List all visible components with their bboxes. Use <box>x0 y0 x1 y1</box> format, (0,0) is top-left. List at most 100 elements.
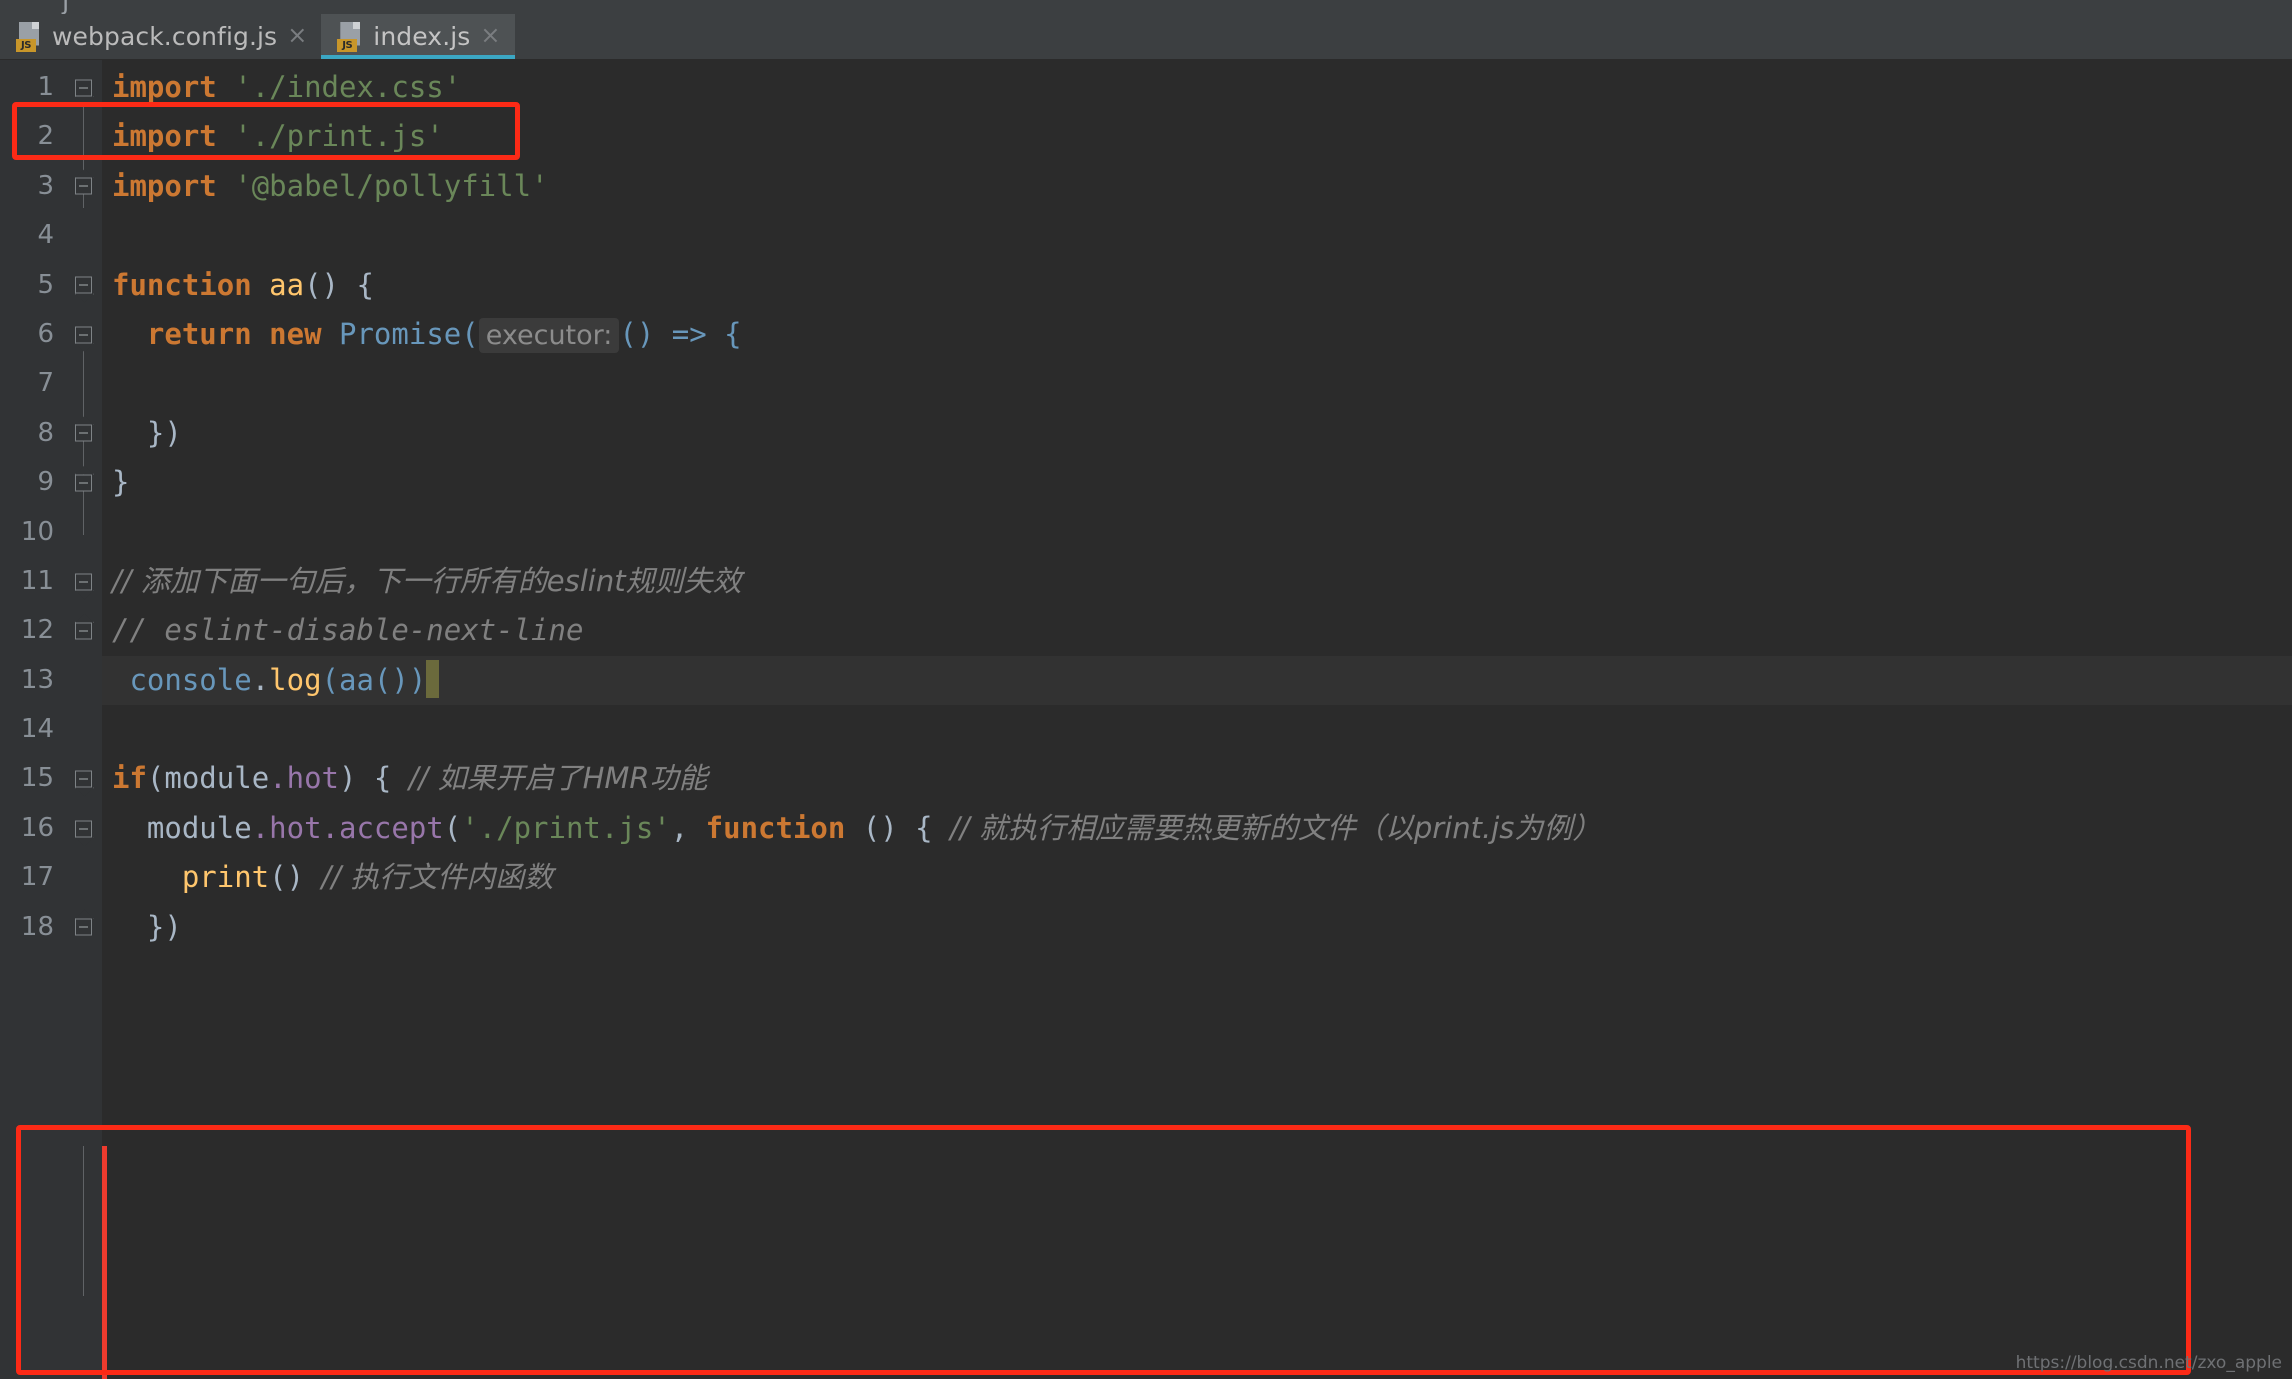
tab-label: webpack.config.js <box>52 22 278 51</box>
code-line-6[interactable]: return new Promise(executor:() => { <box>102 310 2292 359</box>
code-line-15[interactable]: if(module.hot) { // 如果开启了HMR功能 <box>102 754 2292 803</box>
code-editor[interactable]: 1 2 3 4 5 6 7 8 9 10 11 12 13 14 15 16 1… <box>0 60 2292 1379</box>
token-punctuation: }) <box>146 415 182 450</box>
fold-toggle-icon[interactable] <box>75 177 92 195</box>
token-punctuation: () <box>269 860 322 895</box>
fold-toggle-icon[interactable] <box>75 573 92 591</box>
fold-toggle-icon[interactable] <box>75 276 92 294</box>
window-top-sliver: j <box>0 0 2292 16</box>
code-line-16[interactable]: module.hot.accept('./print.js', function… <box>102 804 2292 853</box>
token-object: module <box>146 810 252 845</box>
token-class-name: Promise <box>339 316 462 351</box>
token-comment: // 就执行相应需要热更新的文件（以print.js为例） <box>950 810 1602 845</box>
code-line-12[interactable]: // eslint-disable-next-line <box>102 606 2292 655</box>
line-number: 9 <box>37 467 54 498</box>
close-icon[interactable]: × <box>480 23 500 50</box>
line-number: 4 <box>37 220 54 251</box>
token-string: './print.js' <box>461 810 671 845</box>
code-line-3[interactable]: import '@babel/pollyfill' <box>102 162 2292 211</box>
line-number: 13 <box>20 664 54 695</box>
code-line-4[interactable] <box>102 211 2292 260</box>
js-file-icon: JS <box>16 21 42 52</box>
code-line-1[interactable]: import './index.css' <box>102 63 2292 112</box>
line-number: 12 <box>20 615 54 646</box>
token-comment: // 添加下面一句后，下一行所有的eslint规则失效 <box>112 563 742 598</box>
token-comment: // 执行文件内函数 <box>321 860 554 895</box>
code-line-17[interactable]: print() // 执行文件内函数 <box>102 853 2292 902</box>
token-string: './index.css' <box>234 70 462 104</box>
line-number: 14 <box>20 714 54 745</box>
line-number: 1 <box>37 72 54 102</box>
code-line-2[interactable]: import './print.js' <box>102 112 2292 161</box>
token-punctuation: ( <box>443 810 462 845</box>
line-number: 16 <box>20 812 54 843</box>
line-number: 8 <box>37 417 54 448</box>
token-keyword: import <box>112 70 217 104</box>
fold-toggle-icon[interactable] <box>75 820 92 838</box>
code-text-area[interactable]: import './index.css' import './print.js'… <box>102 60 2292 1379</box>
code-line-7[interactable] <box>102 359 2292 408</box>
parameter-hint: executor: <box>478 317 620 353</box>
close-icon[interactable]: × <box>287 23 307 50</box>
code-line-18[interactable]: }) <box>102 903 2292 952</box>
fold-toggle-icon[interactable] <box>75 326 92 344</box>
js-file-icon: JS <box>337 21 363 52</box>
line-number: 15 <box>20 763 54 794</box>
token-function-name: aa <box>269 267 305 302</box>
fold-toggle-icon[interactable] <box>75 770 92 788</box>
token-keyword: import <box>112 168 217 203</box>
fold-toggle-icon[interactable] <box>75 424 92 442</box>
code-line-8[interactable]: }) <box>102 409 2292 458</box>
token-punctuation: } <box>112 465 130 500</box>
tab-index-js[interactable]: JS index.js × <box>321 14 515 59</box>
line-number: 6 <box>37 318 54 349</box>
token-comment: // 如果开启了HMR功能 <box>408 761 708 796</box>
token-punctuation: ( <box>461 316 479 351</box>
fold-toggle-icon[interactable] <box>75 79 92 97</box>
code-line-13[interactable]: console.log(aa()) <box>102 655 2292 706</box>
js-badge-label: JS <box>16 38 36 52</box>
watermark: https://blog.csdn.net/zxo_apple <box>2015 1353 2282 1373</box>
token-comment: // eslint-disable-next-line <box>112 613 584 648</box>
token-punctuation: , <box>670 810 706 845</box>
tab-webpack-config-js[interactable]: JS webpack.config.js × <box>0 14 322 59</box>
token-keyword: if <box>112 761 147 796</box>
code-line-5[interactable]: function aa() { <box>102 261 2292 310</box>
fold-toggle-icon[interactable] <box>75 622 92 640</box>
token-punctuation: }) <box>146 909 182 944</box>
line-number: 17 <box>20 862 54 893</box>
fold-guide-line <box>83 1196 84 1296</box>
token-arguments: (aa()) <box>321 662 427 697</box>
token-punctuation: ) { <box>339 761 409 796</box>
js-badge-label: JS <box>337 38 358 52</box>
token-punctuation: . <box>251 662 270 697</box>
token-function-name: print <box>181 860 270 895</box>
code-folding-gutter[interactable] <box>66 60 102 1379</box>
line-number: 11 <box>20 565 54 596</box>
vcs-change-stripe <box>102 1146 107 1379</box>
code-line-11[interactable]: // 添加下面一句后，下一行所有的eslint规则失效 <box>102 557 2292 606</box>
token-punctuation: () { <box>304 267 374 302</box>
fold-toggle-icon[interactable] <box>75 474 92 492</box>
code-line-10[interactable] <box>102 508 2292 557</box>
token-keyword: return <box>146 316 252 351</box>
token-object: console <box>129 662 252 697</box>
line-number: 3 <box>37 170 54 201</box>
token-arrow: () => { <box>619 316 742 351</box>
line-number: 18 <box>20 911 54 942</box>
line-number-gutter: 1 2 3 4 5 6 7 8 9 10 11 12 13 14 15 16 1… <box>0 60 66 1379</box>
token-keyword: function <box>112 267 252 302</box>
text-caret <box>426 659 440 698</box>
code-line-14[interactable] <box>102 705 2292 754</box>
token-keyword: new <box>269 316 322 351</box>
code-line-9[interactable]: } <box>102 458 2292 507</box>
fold-toggle-icon[interactable] <box>75 918 92 936</box>
line-number: 10 <box>20 516 54 547</box>
token-keyword: function <box>705 810 846 845</box>
token-punctuation: ( <box>146 761 165 796</box>
token-string: '@babel/pollyfill' <box>234 168 549 203</box>
token-field: .hot <box>269 761 339 796</box>
line-number: 5 <box>37 269 54 300</box>
token-field: .hot.accept <box>251 810 444 845</box>
line-number: 7 <box>37 368 54 399</box>
